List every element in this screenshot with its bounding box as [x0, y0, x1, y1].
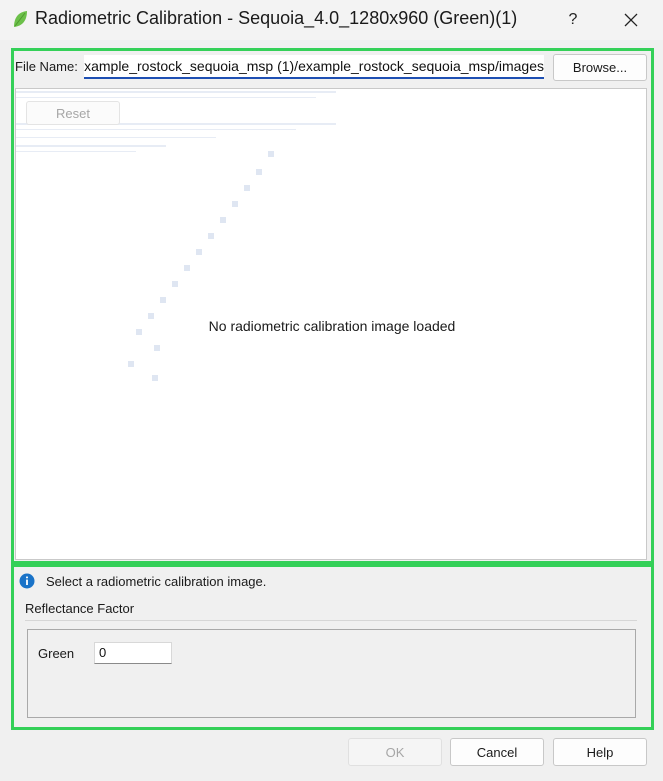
help-title-button[interactable]: ?: [556, 4, 590, 36]
render-artifact: [16, 91, 336, 381]
radiometric-calibration-dialog: Radiometric Calibration - Sequoia_4.0_12…: [0, 0, 663, 781]
browse-button[interactable]: Browse...: [553, 54, 647, 81]
reflectance-group-title: Reflectance Factor: [25, 601, 135, 616]
status-message: Select a radiometric calibration image.: [46, 574, 267, 589]
help-button[interactable]: Help: [553, 738, 647, 766]
calibration-image-view[interactable]: Reset No radiometric calibration image l…: [15, 88, 647, 560]
close-button[interactable]: [614, 4, 648, 36]
info-icon: [19, 573, 35, 589]
empty-image-message: No radiometric calibration image loaded: [208, 318, 456, 334]
group-divider: [25, 620, 637, 621]
file-name-value: 'example_rostock_sequoia_msp (1)/example…: [84, 58, 544, 74]
ok-button[interactable]: OK: [348, 738, 442, 766]
green-reflectance-input[interactable]: 0: [94, 642, 172, 664]
file-name-input[interactable]: 'example_rostock_sequoia_msp (1)/example…: [84, 55, 544, 79]
title-bar: Radiometric Calibration - Sequoia_4.0_12…: [0, 0, 663, 40]
close-icon: [624, 13, 638, 27]
green-band-label: Green: [38, 646, 75, 661]
window-title: Radiometric Calibration - Sequoia_4.0_12…: [35, 8, 518, 28]
leaf-icon: [14, 11, 27, 27]
file-name-label: File Name:: [15, 59, 78, 74]
cancel-button[interactable]: Cancel: [450, 738, 544, 766]
reset-button[interactable]: Reset: [26, 101, 120, 125]
